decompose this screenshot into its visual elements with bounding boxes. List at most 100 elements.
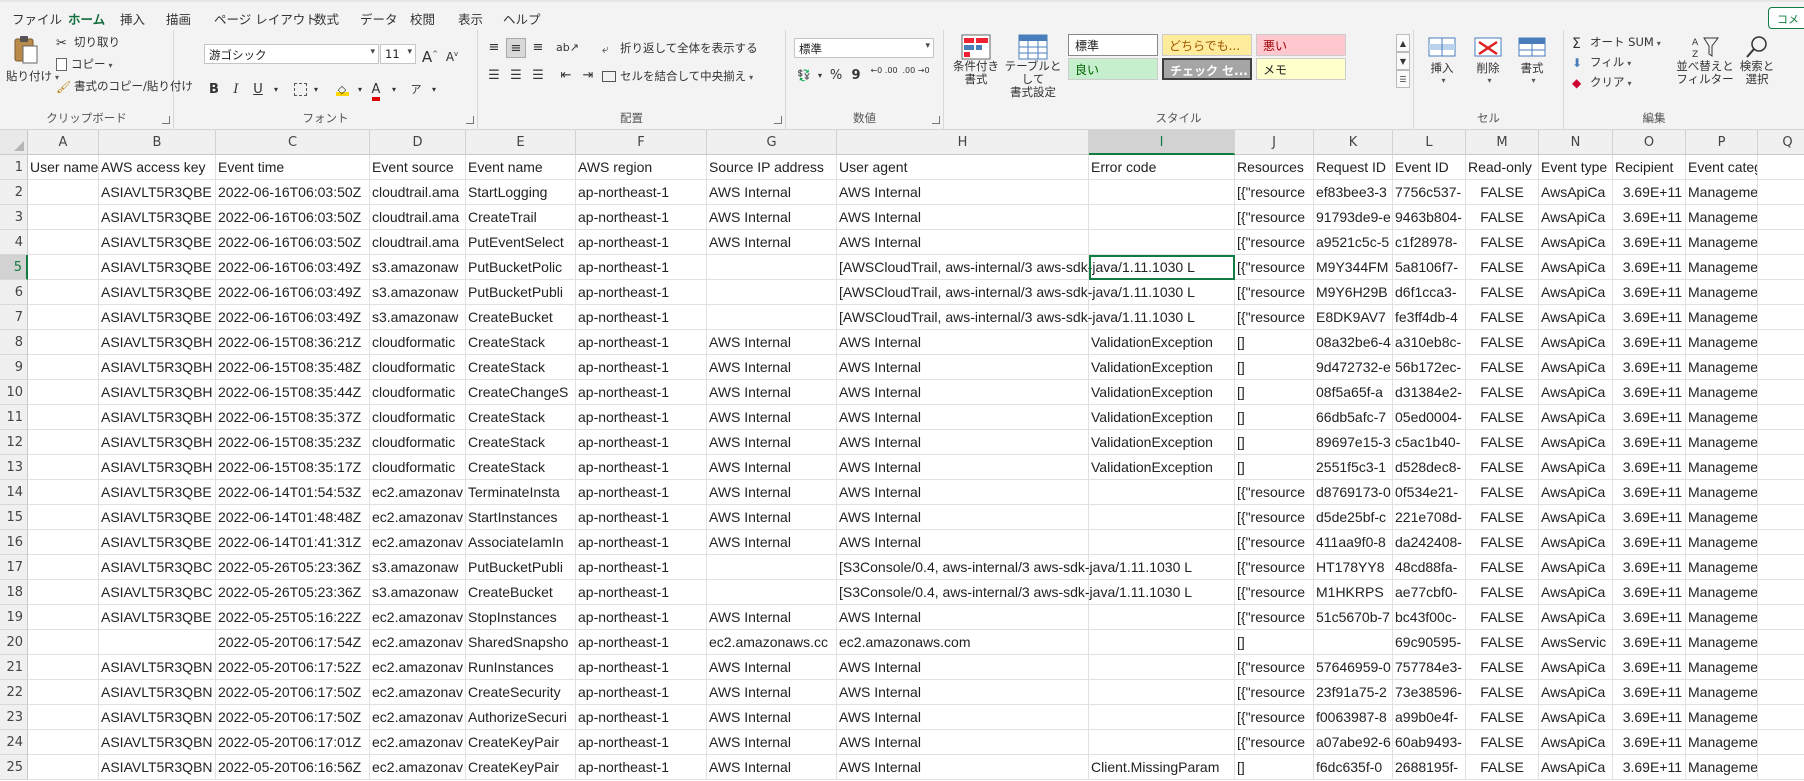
table-cell[interactable]: FALSE: [1466, 630, 1539, 655]
table-cell[interactable]: AWS Internal: [837, 180, 1089, 205]
table-cell[interactable]: [1758, 655, 1804, 680]
table-cell[interactable]: ef83bee3-3: [1314, 180, 1393, 205]
table-cell[interactable]: FALSE: [1466, 505, 1539, 530]
table-cell[interactable]: AWS Internal: [707, 430, 837, 455]
table-cell[interactable]: FALSE: [1466, 355, 1539, 380]
table-cell[interactable]: AwsApiCa: [1539, 205, 1613, 230]
table-cell[interactable]: [1758, 305, 1804, 330]
table-cell[interactable]: 3.69E+11: [1613, 180, 1686, 205]
table-cell[interactable]: AwsServic: [1539, 630, 1613, 655]
table-cell[interactable]: ASIAVLT5R3QBE: [99, 180, 216, 205]
table-cell[interactable]: [1089, 605, 1235, 630]
row-header-18[interactable]: 18: [0, 580, 28, 605]
table-cell[interactable]: [{"resource: [1235, 480, 1314, 505]
table-cell[interactable]: [28, 755, 99, 780]
table-cell[interactable]: [{"resource: [1235, 705, 1314, 730]
table-cell[interactable]: 411aa9f0-8: [1314, 530, 1393, 555]
select-all-corner[interactable]: [0, 130, 28, 155]
table-cell[interactable]: 5a8106f7-: [1393, 255, 1466, 280]
table-cell[interactable]: FALSE: [1466, 605, 1539, 630]
table-cell[interactable]: [{"resource: [1235, 280, 1314, 305]
table-cell[interactable]: ASIAVLT5R3QBE: [99, 280, 216, 305]
column-header-G[interactable]: G: [707, 130, 837, 155]
table-cell[interactable]: 2022-06-16T06:03:49Z: [216, 305, 370, 330]
table-cell[interactable]: d8769173-0: [1314, 480, 1393, 505]
table-cell[interactable]: FALSE: [1466, 555, 1539, 580]
increase-decimal-button[interactable]: ←0 .00: [870, 66, 898, 86]
table-cell[interactable]: [28, 530, 99, 555]
table-cell[interactable]: [1758, 355, 1804, 380]
table-cell[interactable]: cloudformatic: [370, 455, 466, 480]
table-cell[interactable]: ap-northeast-1: [576, 180, 707, 205]
table-cell[interactable]: AWS Internal: [707, 730, 837, 755]
table-cell[interactable]: 2022-06-16T06:03:50Z: [216, 180, 370, 205]
table-cell[interactable]: Management: [1686, 505, 1758, 530]
table-cell[interactable]: AwsApiCa: [1539, 505, 1613, 530]
table-cell[interactable]: ValidationException: [1089, 355, 1235, 380]
table-cell[interactable]: AWS Internal: [707, 605, 837, 630]
table-cell[interactable]: AWS Internal: [707, 180, 837, 205]
table-cell[interactable]: PutEventSelect: [466, 230, 576, 255]
table-cell[interactable]: ValidationException: [1089, 430, 1235, 455]
row-header-9[interactable]: 9: [0, 355, 28, 380]
spreadsheet-grid[interactable]: A B C D E F G H I J K L M N O P Q 1 User name AWS access ke…: [0, 130, 1804, 781]
row-header-24[interactable]: 24: [0, 730, 28, 755]
table-cell[interactable]: ap-northeast-1: [576, 305, 707, 330]
table-cell[interactable]: [1758, 280, 1804, 305]
table-cell[interactable]: [1758, 255, 1804, 280]
table-cell[interactable]: ASIAVLT5R3QBE: [99, 505, 216, 530]
table-cell[interactable]: 2022-05-20T06:17:01Z: [216, 730, 370, 755]
row-header-8[interactable]: 8: [0, 330, 28, 355]
cell-style-5[interactable]: メモ: [1256, 58, 1346, 80]
table-cell[interactable]: cloudtrail.ama: [370, 205, 466, 230]
table-cell[interactable]: ec2.amazonav: [370, 705, 466, 730]
table-cell[interactable]: AwsApiCa: [1539, 580, 1613, 605]
table-cell[interactable]: ap-northeast-1: [576, 630, 707, 655]
table-cell[interactable]: cloudtrail.ama: [370, 230, 466, 255]
table-cell[interactable]: AWS Internal: [707, 755, 837, 780]
table-cell[interactable]: [{"resource: [1235, 555, 1314, 580]
table-cell[interactable]: Management: [1686, 730, 1758, 755]
table-cell[interactable]: d528dec8-: [1393, 455, 1466, 480]
row-header-16[interactable]: 16: [0, 530, 28, 555]
ribbon-tab-0[interactable]: ファイル: [12, 9, 62, 28]
column-title-cell[interactable]: Request ID: [1314, 155, 1393, 180]
table-cell[interactable]: 91793de9-e: [1314, 205, 1393, 230]
table-cell[interactable]: s3.amazonaw: [370, 280, 466, 305]
column-header-A[interactable]: A: [28, 130, 99, 155]
column-title-cell[interactable]: Event category: [1686, 155, 1758, 180]
table-cell[interactable]: []: [1235, 330, 1314, 355]
table-cell[interactable]: AWS Internal: [837, 430, 1089, 455]
table-cell[interactable]: Management: [1686, 305, 1758, 330]
font-color-icon[interactable]: A: [366, 80, 386, 101]
row-header-13[interactable]: 13: [0, 455, 28, 480]
table-cell[interactable]: [28, 230, 99, 255]
table-cell[interactable]: [28, 180, 99, 205]
table-cell[interactable]: 2022-06-16T06:03:50Z: [216, 230, 370, 255]
cut-button[interactable]: ✂ 切り取り: [56, 34, 120, 51]
table-cell[interactable]: M9Y344FM: [1314, 255, 1393, 280]
table-cell[interactable]: ASIAVLT5R3QBN: [99, 655, 216, 680]
table-cell[interactable]: RunInstances: [466, 655, 576, 680]
column-header-O[interactable]: O: [1613, 130, 1686, 155]
table-cell[interactable]: 3.69E+11: [1613, 230, 1686, 255]
column-title-cell[interactable]: Source IP address: [707, 155, 837, 180]
table-cell[interactable]: bc43f00c-: [1393, 605, 1466, 630]
table-cell[interactable]: cloudformatic: [370, 355, 466, 380]
table-cell[interactable]: d5de25bf-c: [1314, 505, 1393, 530]
table-cell[interactable]: 3.69E+11: [1613, 705, 1686, 730]
table-cell[interactable]: []: [1235, 455, 1314, 480]
column-header-N[interactable]: N: [1539, 130, 1613, 155]
column-header-B[interactable]: B: [99, 130, 216, 155]
table-cell[interactable]: 3.69E+11: [1613, 755, 1686, 780]
table-cell[interactable]: ap-northeast-1: [576, 330, 707, 355]
table-cell[interactable]: Management: [1686, 655, 1758, 680]
table-cell[interactable]: []: [1235, 755, 1314, 780]
table-cell[interactable]: [1089, 255, 1235, 280]
table-cell[interactable]: a99b0e4f-: [1393, 705, 1466, 730]
table-cell[interactable]: [28, 555, 99, 580]
table-cell[interactable]: ap-northeast-1: [576, 655, 707, 680]
align-bottom-icon[interactable]: ≡: [528, 38, 548, 58]
column-header-L[interactable]: L: [1393, 130, 1466, 155]
table-cell[interactable]: [707, 305, 837, 330]
